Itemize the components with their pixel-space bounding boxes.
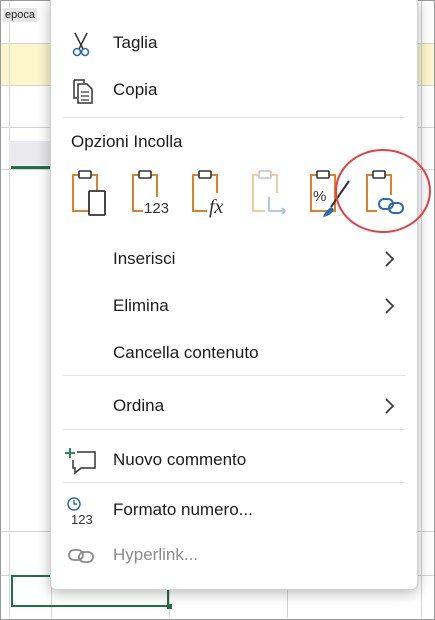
grid-line — [421, 1, 422, 618]
number-format-glyph: 123 — [71, 512, 93, 526]
sort-menu-item[interactable]: Ordina — [51, 386, 417, 426]
paste-options-title: Opzioni Incolla — [71, 132, 183, 151]
chevron-right-icon — [385, 298, 395, 314]
chevron-right-icon — [385, 398, 395, 414]
number-format-menu-item[interactable]: 123 Formato numero... — [51, 490, 417, 530]
new-comment-icon — [65, 448, 96, 475]
sort-label: Ordina — [113, 396, 165, 415]
insert-label: Inserisci — [113, 249, 176, 268]
fill-handle[interactable] — [167, 604, 172, 609]
clear-contents-menu-item[interactable]: Cancella contenuto — [51, 333, 417, 373]
percent-glyph: % — [313, 188, 326, 205]
paste-transpose-icon — [252, 170, 291, 217]
paste-values-icon[interactable]: 123 — [129, 167, 175, 219]
new-comment-label: Nuovo commento — [113, 450, 247, 469]
number-format-label: Formato numero... — [113, 500, 253, 519]
values-glyph: 123 — [144, 200, 169, 217]
delete-label: Elimina — [113, 296, 169, 315]
hyperlink-menu-item[interactable]: Hyperlink... — [51, 535, 417, 575]
menu-separator — [63, 482, 405, 483]
number-format-icon: 123 — [67, 497, 93, 526]
link-icon — [68, 549, 94, 563]
chevron-right-icon — [385, 251, 395, 267]
insert-menu-item[interactable]: Inserisci — [51, 239, 417, 279]
copy-menu-item[interactable]: Copia — [51, 70, 417, 110]
hyperlink-label: Hyperlink... — [113, 545, 199, 564]
formula-glyph: fx — [209, 196, 224, 218]
context-menu: Taglia Copia Opzioni Incolla 123 fx % In… — [50, 0, 431, 590]
new-comment-menu-item[interactable]: Nuovo commento — [51, 440, 417, 480]
menu-separator — [63, 429, 405, 430]
copy-label: Copia — [113, 80, 158, 99]
paste-formulas-icon[interactable]: fx — [189, 167, 235, 219]
clear-contents-label: Cancella contenuto — [113, 343, 259, 362]
menu-separator — [63, 117, 405, 118]
copy-icon — [73, 79, 93, 104]
highlight-circle — [335, 149, 431, 233]
grid-line — [9, 1, 10, 618]
paste-icon[interactable] — [69, 167, 115, 219]
cut-menu-item[interactable]: Taglia — [51, 23, 417, 63]
cell-border-accent — [11, 166, 51, 169]
cell-text[interactable]: epoca — [3, 8, 37, 22]
shaded-cell — [9, 141, 51, 165]
menu-separator — [63, 375, 405, 376]
scissors-icon — [72, 32, 90, 57]
cut-label: Taglia — [113, 33, 158, 52]
delete-menu-item[interactable]: Elimina — [51, 286, 417, 326]
